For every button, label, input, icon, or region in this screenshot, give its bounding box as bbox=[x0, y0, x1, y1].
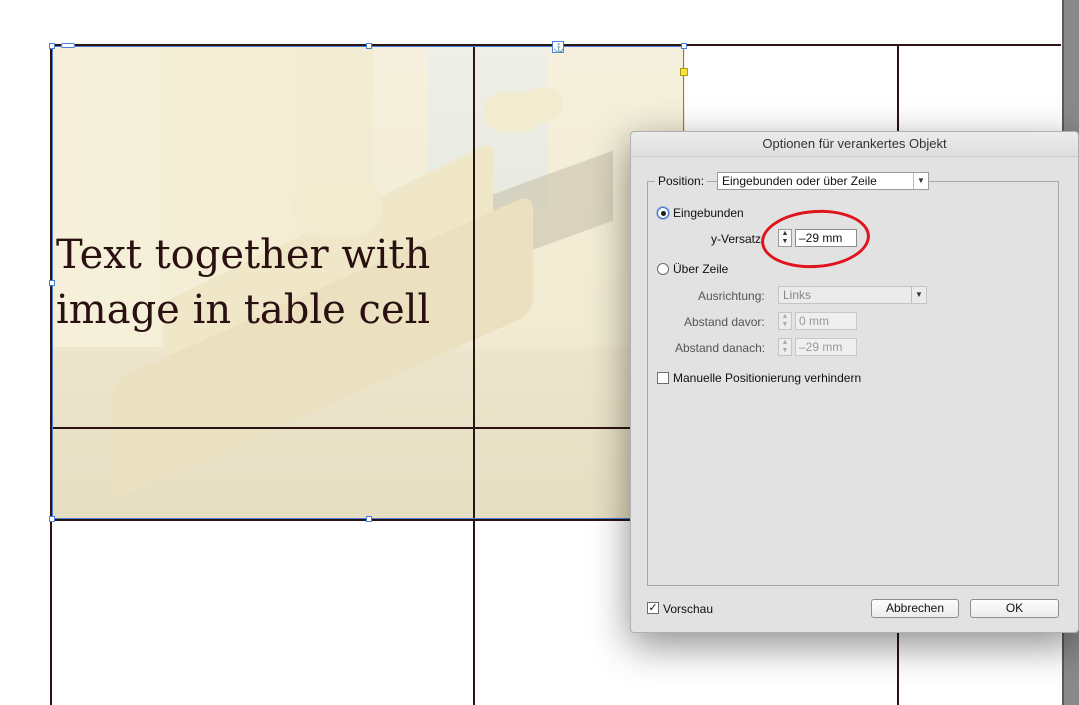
manuelle-positionierung-checkbox[interactable] bbox=[657, 372, 669, 384]
abstand-danach-label: Abstand danach: bbox=[675, 341, 766, 355]
y-versatz-label: y-Versatz: bbox=[711, 232, 765, 246]
ausrichtung-select-value: Links bbox=[783, 288, 812, 302]
chevron-down-icon: ▼ bbox=[913, 173, 928, 189]
position-legend: Position: bbox=[655, 173, 708, 189]
image-frame-selection[interactable] bbox=[52, 46, 684, 519]
abstand-davor-stepper[interactable]: ▲ ▼ bbox=[778, 312, 792, 330]
frame-handle-bottom-center[interactable] bbox=[366, 516, 372, 522]
position-select[interactable]: Eingebunden oder über Zeile ▼ bbox=[717, 172, 929, 190]
position-select-value: Eingebunden oder über Zeile bbox=[722, 174, 877, 188]
chevron-down-icon: ▼ bbox=[911, 287, 926, 303]
anchor-icon[interactable]: ⚓ bbox=[552, 41, 564, 53]
frame-handle-top-center[interactable] bbox=[366, 43, 372, 49]
frame-handle-top-left[interactable] bbox=[49, 43, 55, 49]
frame-handle-bottom-left[interactable] bbox=[49, 516, 55, 522]
frame-handle-top-right[interactable] bbox=[681, 43, 687, 49]
table-rule-col3-lower bbox=[897, 633, 899, 705]
ausrichtung-select[interactable]: Links ▼ bbox=[778, 286, 927, 304]
frame-handle-middle-left[interactable] bbox=[49, 280, 55, 286]
cancel-button[interactable]: Abbrechen bbox=[871, 599, 959, 618]
anchored-object-options-dialog: Optionen für verankertes Objekt Position… bbox=[630, 131, 1079, 633]
position-label: Position: bbox=[658, 174, 705, 188]
table-rule-col3 bbox=[897, 44, 899, 132]
radio-eingebunden-label: Eingebunden bbox=[673, 206, 744, 220]
abstand-danach-stepper[interactable]: ▲ ▼ bbox=[778, 338, 792, 356]
abstand-davor-field[interactable]: 0 mm bbox=[795, 312, 857, 330]
radio-ueber-zeile[interactable] bbox=[657, 263, 669, 275]
ok-button[interactable]: OK bbox=[970, 599, 1059, 618]
abstand-danach-field[interactable]: –29 mm bbox=[795, 338, 857, 356]
ausrichtung-label: Ausrichtung: bbox=[698, 289, 765, 303]
radio-ueber-zeile-label: Über Zeile bbox=[673, 262, 729, 276]
content-grabber-icon[interactable] bbox=[61, 43, 75, 48]
dialog-title: Optionen für verankertes Objekt bbox=[631, 132, 1078, 157]
vorschau-label: Vorschau bbox=[663, 602, 714, 616]
vorschau-checkbox[interactable]: ✓ bbox=[647, 602, 659, 614]
frame-edge-handle[interactable] bbox=[680, 68, 688, 76]
manuelle-positionierung-label: Manuelle Positionierung verhindern bbox=[673, 371, 862, 385]
abstand-davor-label: Abstand davor: bbox=[684, 315, 765, 329]
radio-eingebunden[interactable] bbox=[657, 207, 669, 219]
table-rule-lower bbox=[50, 519, 632, 521]
